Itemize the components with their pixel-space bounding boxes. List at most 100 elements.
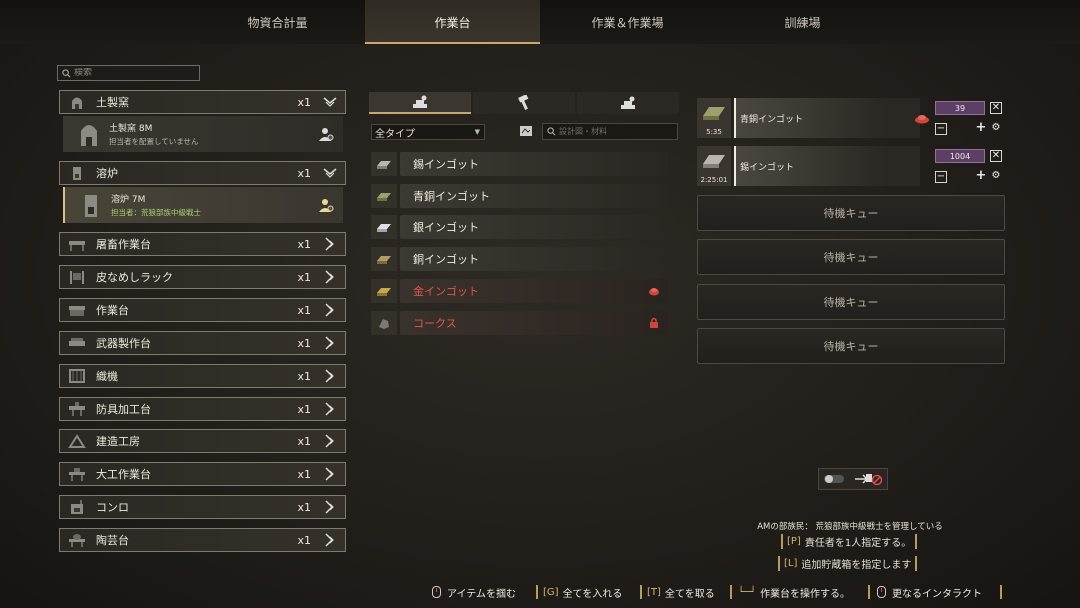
station-label: 武器製作台 <box>96 337 151 350</box>
tin-ingot-icon <box>371 152 397 176</box>
station-count: x1 <box>297 500 311 514</box>
waiting-queue-slot[interactable]: 待機キュー <box>697 195 1005 231</box>
storage-hint[interactable]: [L] 追加貯蔵箱を指定します <box>778 556 918 571</box>
station-loom[interactable]: 織機 x1 <box>59 364 346 388</box>
butcher-table-icon <box>66 236 88 252</box>
chevron-right-icon[interactable] <box>321 532 339 548</box>
recipe-row[interactable]: 銅インゴット <box>371 247 668 271</box>
tab-recipes-tools[interactable] <box>473 92 575 114</box>
station-count: x1 <box>297 303 311 317</box>
kiln-instance[interactable]: 土製窯 8M 担当者を配置していません <box>63 116 343 152</box>
tab-work-and-workplace[interactable]: 作業＆作業場 <box>540 0 715 44</box>
instance-assignee: 担当者を配置していません <box>109 137 199 146</box>
tab-total-materials[interactable]: 物資合計量 <box>190 0 365 44</box>
minus-button[interactable]: − <box>935 171 947 183</box>
station-butcher-table[interactable]: 屠畜作業台 x1 <box>59 232 346 256</box>
waiting-queue-slot[interactable]: 待機キュー <box>697 328 1005 364</box>
station-label: 土製窯 <box>96 96 129 109</box>
close-icon[interactable]: ✕ <box>990 102 1002 114</box>
kiln-icon <box>77 120 101 148</box>
tab-recipes-other[interactable] <box>577 92 679 114</box>
station-tanning-rack[interactable]: 皮なめしラック x1 <box>59 265 346 289</box>
station-label: 皮なめしラック <box>96 271 173 284</box>
hint-grab-item[interactable]: アイテムを掴む <box>432 583 516 601</box>
hint-put-all[interactable]: [G] 全てを入れる <box>543 583 622 601</box>
assign-worker-icon[interactable] <box>317 196 335 214</box>
recipe-name: 錫インゴット <box>400 152 668 176</box>
station-armor-bench[interactable]: 防具加工台 x1 <box>59 397 346 421</box>
gear-icon[interactable]: ⚙ <box>990 171 1002 183</box>
chevron-right-icon[interactable] <box>321 302 339 318</box>
queue-item-name: 錫インゴット <box>734 146 920 186</box>
assign-worker-icon[interactable] <box>317 125 335 143</box>
chevron-right-icon[interactable] <box>321 269 339 285</box>
transfer-toggle[interactable] <box>818 468 888 490</box>
chevron-right-icon[interactable] <box>321 368 339 384</box>
blueprint-icon[interactable] <box>519 124 533 138</box>
recipe-search-box[interactable] <box>542 123 678 140</box>
divider <box>536 585 538 599</box>
recipe-row[interactable]: コークス <box>371 311 668 335</box>
tab-recipes-all[interactable] <box>369 92 471 114</box>
queue-item[interactable]: 2:25:01 錫インゴット 1004 ✕ − + ⚙ <box>697 146 1007 186</box>
hint-operate-workbench[interactable]: └─┘ 作業台を操作する。 <box>738 583 850 601</box>
hammer-icon <box>518 95 529 110</box>
waiting-queue-slot[interactable]: 待機キュー <box>697 239 1005 275</box>
station-workbench[interactable]: 作業台 x1 <box>59 298 346 322</box>
station-furnace[interactable]: 溶炉 x1 <box>59 161 346 185</box>
chevron-right-icon[interactable] <box>321 335 339 351</box>
hint-take-all[interactable]: [T] 全てを取る <box>647 583 715 601</box>
chevron-right-icon[interactable] <box>321 236 339 252</box>
search-input[interactable] <box>74 68 194 78</box>
chevron-right-icon[interactable] <box>321 466 339 482</box>
search-box[interactable] <box>57 65 200 81</box>
station-carpentry-bench[interactable]: 大工作業台 x1 <box>59 462 346 486</box>
furnace-instance[interactable]: 溶炉 7M 担当者：荒狼部族中級戦士 <box>63 187 343 223</box>
waiting-queue-slot[interactable]: 待機キュー <box>697 284 1005 320</box>
recipe-row[interactable]: 錫インゴット <box>371 152 668 176</box>
hint-text: アイテムを掴む <box>447 588 516 600</box>
search-icon <box>62 68 71 77</box>
hint-text: 作業台を操作する。 <box>760 588 851 600</box>
toggle-switch-icon[interactable] <box>823 473 847 485</box>
close-icon[interactable]: ✕ <box>990 150 1002 162</box>
plus-button[interactable]: + <box>975 169 987 183</box>
queue-count[interactable]: 1004 <box>935 149 985 163</box>
station-label: コンロ <box>96 501 129 514</box>
chevron-right-icon[interactable] <box>321 401 339 417</box>
station-construction-workshop[interactable]: 建造工房 x1 <box>59 429 346 453</box>
mouse-left-icon <box>432 586 441 598</box>
hint-text: 全てを取る <box>664 588 715 600</box>
queue-item[interactable]: 5:35 青銅インゴット 39 ✕ − + ⚙ <box>697 98 1007 138</box>
hint-text: 追加貯蔵箱を指定します <box>801 560 912 571</box>
tab-workbench[interactable]: 作業台 <box>365 0 540 44</box>
station-stove[interactable]: コンロ x1 <box>59 495 346 519</box>
chevron-right-icon[interactable] <box>321 499 339 515</box>
recipe-row[interactable]: 金インゴット <box>371 279 668 303</box>
armor-bench-icon <box>66 401 88 417</box>
type-filter-select[interactable]: 全タイプ ▼ <box>371 124 485 140</box>
gear-icon[interactable]: ⚙ <box>990 123 1002 135</box>
hint-more-interact[interactable]: 更なるインタラクト <box>877 583 982 601</box>
divider <box>640 585 642 599</box>
tanning-rack-icon <box>66 269 88 285</box>
station-weapon-bench[interactable]: 武器製作台 x1 <box>59 331 346 355</box>
silver-ingot-icon <box>371 215 397 239</box>
chevron-right-icon[interactable] <box>321 433 339 449</box>
recipe-row[interactable]: 青銅インゴット <box>371 184 668 208</box>
minus-button[interactable]: − <box>935 123 947 135</box>
queue-count[interactable]: 39 <box>935 101 985 115</box>
tab-training-ground[interactable]: 訓練場 <box>715 0 890 44</box>
recipe-search-input[interactable] <box>559 127 674 136</box>
recipe-row[interactable]: 銀インゴット <box>371 215 668 239</box>
chevron-down-icon[interactable] <box>321 165 339 181</box>
assign-manager-hint[interactable]: [P] 責任者を1人指定する。 <box>781 534 918 549</box>
plus-button[interactable]: + <box>975 121 987 135</box>
station-kiln[interactable]: 土製窯 x1 <box>59 90 346 114</box>
instance-name: 溶炉 7M <box>111 195 146 205</box>
chevron-down-icon[interactable] <box>321 94 339 110</box>
recipe-name: 青銅インゴット <box>400 184 668 208</box>
station-count: x1 <box>297 336 311 350</box>
station-pottery-bench[interactable]: 陶芸台 x1 <box>59 528 346 552</box>
recipe-name: 銅インゴット <box>400 247 668 271</box>
